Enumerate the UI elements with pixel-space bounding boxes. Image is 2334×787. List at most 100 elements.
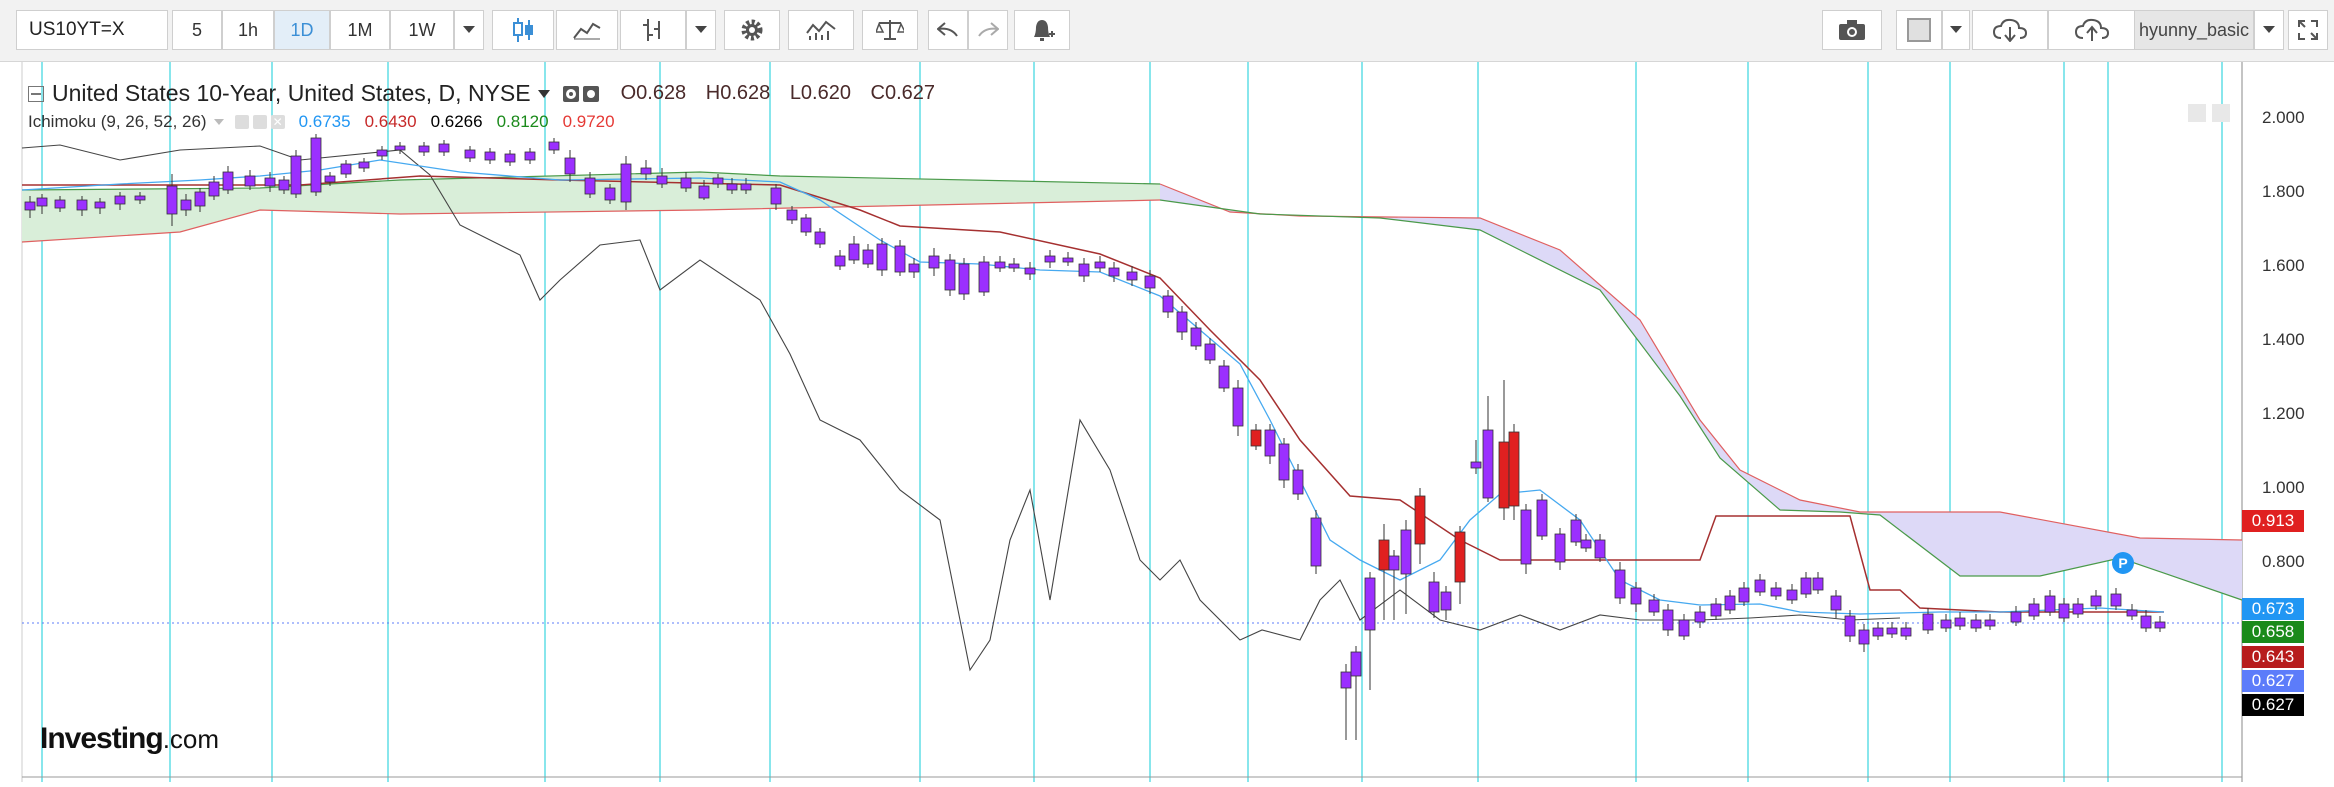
- low-value: L0.620: [789, 82, 851, 104]
- symbol-title[interactable]: United States 10-Year, United States, D,…: [52, 80, 531, 107]
- marker-badge[interactable]: P: [2112, 552, 2134, 574]
- candle-body: [620, 163, 632, 203]
- candle-body: [834, 255, 846, 267]
- kijun-price-label: 0.643: [2242, 646, 2304, 668]
- candle-body: [2072, 603, 2084, 615]
- candle-body: [1984, 619, 1996, 627]
- candle-body: [958, 263, 970, 295]
- candle-body: [504, 153, 516, 163]
- gear-icon[interactable]: [724, 10, 780, 50]
- candle-body: [1350, 651, 1362, 677]
- candle-body: [656, 175, 668, 185]
- collapse-legend-icon[interactable]: [28, 85, 44, 102]
- candlestick-chart-icon[interactable]: [492, 10, 554, 50]
- candle-body: [848, 243, 860, 261]
- candle-body: [698, 185, 710, 199]
- candle-body: [1126, 271, 1138, 281]
- symbol-dropdown-icon[interactable]: [537, 89, 551, 99]
- candle-body: [640, 167, 652, 175]
- candle-body: [740, 183, 752, 191]
- layout-dropdown-icon[interactable]: [1942, 10, 1970, 50]
- candle-body: [2058, 603, 2070, 619]
- price-tick: 0.800: [2262, 552, 2305, 571]
- candle-body: [290, 155, 302, 195]
- ichimoku-label[interactable]: Ichimoku (9, 26, 52, 26): [28, 112, 207, 132]
- ichimoku-settings-icon[interactable]: [252, 115, 267, 129]
- camera-icon[interactable]: [1822, 10, 1882, 50]
- candle-body: [2090, 595, 2102, 607]
- compare-scale-icon[interactable]: [862, 10, 918, 50]
- candle-body: [1508, 431, 1520, 507]
- candle-body: [770, 187, 782, 205]
- candle-body: [1858, 629, 1870, 645]
- candle-body: [908, 263, 920, 273]
- candle-body: [36, 197, 48, 207]
- interval-1m-button[interactable]: 1M: [330, 10, 390, 50]
- candle-body: [1278, 443, 1290, 481]
- candle-body: [1694, 611, 1706, 623]
- candle-body: [1008, 263, 1020, 269]
- candle-body: [1400, 529, 1412, 575]
- candle-body: [1520, 509, 1532, 565]
- tenkan-sen-line: [21, 159, 2165, 615]
- ichimoku-visibility-icon[interactable]: [234, 115, 249, 129]
- candle-body: [1062, 257, 1074, 263]
- candle-body: [1414, 495, 1426, 545]
- senkou-b-value: 0.9720: [562, 112, 615, 131]
- fullscreen-icon[interactable]: [2288, 10, 2328, 50]
- candle-body: [1872, 627, 1884, 637]
- candle-body: [1190, 327, 1202, 347]
- candle-body: [1440, 591, 1452, 611]
- settings-icon[interactable]: [582, 85, 599, 102]
- interval-5-button[interactable]: 5: [172, 10, 222, 50]
- user-dropdown-icon[interactable]: [2254, 10, 2284, 50]
- interval-dropdown-icon[interactable]: [454, 10, 484, 50]
- undo-icon[interactable]: [928, 10, 968, 50]
- ichimoku-dropdown-icon[interactable]: [213, 118, 225, 126]
- symbol-input[interactable]: US10YT=X: [16, 10, 168, 50]
- chart-area[interactable]: [0, 62, 2334, 782]
- candle-body: [680, 177, 692, 189]
- candle-body: [1176, 311, 1188, 333]
- senkou-a-value: 0.8120: [496, 112, 549, 131]
- candle-body: [1108, 267, 1120, 277]
- ichimoku-close-icon[interactable]: ✕: [270, 115, 285, 129]
- candle-body: [54, 199, 66, 209]
- legend-expand-icon[interactable]: [2212, 104, 2230, 122]
- eye-icon[interactable]: [562, 85, 579, 102]
- bar-chart-icon[interactable]: [620, 10, 686, 50]
- candle-body: [1554, 533, 1566, 563]
- tenkan-price-label: 0.673: [2242, 598, 2304, 620]
- price-chart[interactable]: [0, 62, 2334, 782]
- candle-body: [1886, 627, 1898, 635]
- candle-body: [1922, 613, 1934, 631]
- candle-body: [928, 255, 940, 269]
- kumo-bearish-cloud: [1160, 184, 2242, 600]
- indicators-icon[interactable]: [788, 10, 854, 50]
- legend-collapse-icon[interactable]: [2188, 104, 2206, 122]
- candle-body: [2028, 603, 2040, 617]
- layout-square-icon[interactable]: [1896, 10, 1942, 50]
- candle-body: [1594, 539, 1606, 559]
- price-tick: 1.000: [2262, 478, 2305, 497]
- candle-body: [94, 201, 106, 209]
- cloud-download-icon[interactable]: [1972, 10, 2048, 50]
- candle-body: [1844, 615, 1856, 637]
- investing-logo: Investing.com: [40, 722, 219, 756]
- alert-bell-icon[interactable]: [1014, 10, 1070, 50]
- candle-body: [564, 157, 576, 175]
- candle-body: [1498, 441, 1510, 509]
- interval-1w-button[interactable]: 1W: [390, 10, 454, 50]
- candle-body: [2110, 593, 2122, 607]
- line-chart-icon[interactable]: [556, 10, 618, 50]
- interval-1d-button[interactable]: 1D: [274, 10, 330, 50]
- candle-body: [1570, 519, 1582, 543]
- redo-icon[interactable]: [968, 10, 1008, 50]
- user-account-button[interactable]: hyunny_basic: [2134, 10, 2254, 50]
- candle-body: [1388, 555, 1400, 571]
- price-tick: 1.200: [2262, 404, 2305, 423]
- candle-body: [1614, 569, 1626, 599]
- cloud-upload-icon[interactable]: [2048, 10, 2136, 50]
- chart-type-dropdown-icon[interactable]: [686, 10, 716, 50]
- interval-1h-button[interactable]: 1h: [222, 10, 274, 50]
